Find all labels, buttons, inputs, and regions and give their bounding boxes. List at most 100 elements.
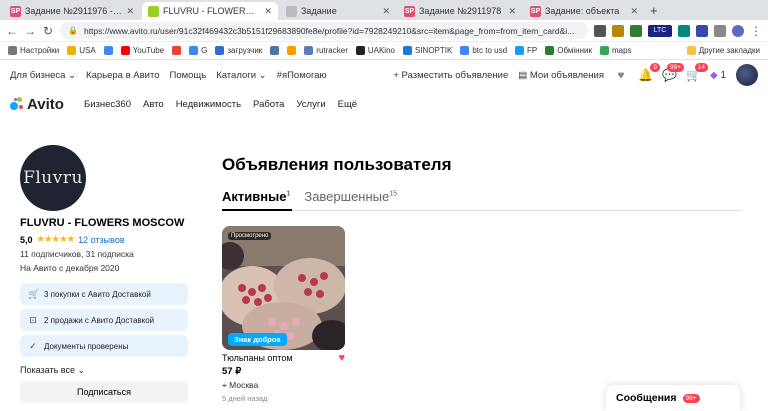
bookmark-favicon-icon [103,46,113,55]
bookmark-item[interactable]: rutracker [304,46,348,55]
bookmark-item[interactable]: Настройки [8,46,59,55]
extension-icon[interactable] [612,24,624,37]
profile-icon[interactable] [732,24,744,37]
listing-card[interactable]: Просмотрено Знак доброа Тюльпаны оптом ♥… [222,226,345,403]
messages-widget[interactable]: Сообщения 99+ [606,385,740,411]
bookmark-label: G [201,46,208,55]
browser-tab-5[interactable]: SP Задание: объекта ✕ [524,2,644,20]
close-tab-icon[interactable]: ✕ [264,6,272,17]
chat-icon[interactable]: 💬 99+ [662,63,684,82]
listing-photo[interactable]: Просмотрено Знак доброа [222,226,345,350]
post-ad-link[interactable]: + Разместить объявление [393,70,508,81]
ihelp-link[interactable]: #яПомогаю [277,70,327,81]
nav-realty[interactable]: Недвижимость [176,99,241,110]
browser-tab-1[interactable]: SP Задание №2911976 - просмотр з ✕ [4,2,140,20]
nav-auto[interactable]: Авто [143,99,164,110]
bookmark-item[interactable]: maps [599,46,632,55]
tab-completed-count: 15 [389,190,398,198]
badge-purchases[interactable]: 🛒 3 покупки с Авито Доставкой [20,283,188,305]
extension-icon[interactable] [696,24,708,37]
browser-tab-title: Задание №2911978 [419,6,502,16]
bookmark-item[interactable]: G [189,46,207,55]
browser-tab-2[interactable]: FLUVRU - FLOWERS MOSCOW - пр ✕ [142,2,278,20]
tab-active[interactable]: Активные1 [222,189,293,211]
close-tab-icon[interactable]: ✕ [126,6,134,17]
rating-row: 5,0 ★★★★★ 12 отзывов [20,234,188,245]
subscribe-button[interactable]: Подписаться [20,382,188,402]
chat-count: 99+ [666,63,684,72]
extension-icon[interactable] [594,24,606,37]
reviews-link[interactable]: 12 отзывов [78,235,125,245]
bookmark-item[interactable]: SINOPTIK [402,46,453,55]
extension-icon[interactable] [678,24,690,37]
shop-name: FLUVRU - FLOWERS MOSCOW [20,217,185,229]
career-link[interactable]: Карьера в Авито [86,70,159,81]
close-tab-icon[interactable]: ✕ [630,6,638,17]
bookmark-item[interactable] [287,46,297,55]
tab-completed-label: Завершенные [304,189,390,204]
avito-logo[interactable]: Avito [10,96,64,113]
listing-title[interactable]: Тюльпаны оптом [222,353,293,363]
user-avatar[interactable] [736,64,758,86]
listing-title-row: Тюльпаны оптом ♥ [222,352,345,364]
bookmark-item[interactable]: YouTube [120,46,164,55]
nav-business360[interactable]: Бизнес360 [84,99,131,110]
bookmark-item[interactable]: FP [515,46,537,55]
bookmark-favicon-icon [515,46,525,55]
notifications-bell-icon[interactable]: 🔔 9 [638,63,660,82]
extension-icon[interactable] [630,24,642,37]
my-ads-label: Мои объявления [529,69,604,81]
browser-tab-title: Задание №2911976 - просмотр з [25,6,122,16]
bookmark-favicon-icon [304,46,314,55]
bookmark-item[interactable]: UAKino [355,46,395,55]
badge-text: Документы проверены [44,341,129,351]
my-ads-link[interactable]: ▤ Мои объявления [518,70,604,81]
bookmark-label: Обмінник [557,46,592,55]
bookmark-item[interactable] [103,46,113,55]
business-link[interactable]: Для бизнеса ⌄ [10,70,76,81]
bookmark-item[interactable]: загрузчик [215,46,262,55]
promo-icon[interactable]: ◆ 1 [710,70,726,81]
extensions-puzzle-icon[interactable] [714,24,726,37]
close-tab-icon[interactable]: ✕ [508,6,516,17]
bookmark-item[interactable]: Обмінник [545,46,592,55]
badge-sales[interactable]: ⊡ 2 продажи с Авито Доставкой [20,309,188,331]
cart-icon: 🛒 [28,288,40,299]
sp-favicon: SP [530,5,541,17]
page-title: Объявления пользователя [222,155,452,174]
member-since: На Авито с декабря 2020 [20,263,120,273]
cart-icon[interactable]: 🛒 14 [686,63,708,82]
browser-tab-4[interactable]: SP Задание №2911978 ✕ [398,2,522,20]
ltc-extension-icon[interactable]: LTC [648,24,672,37]
box-icon: ⊡ [29,314,37,325]
new-tab-button[interactable]: + [646,2,662,20]
reload-icon[interactable]: ↻ [42,24,54,38]
bookmark-item[interactable]: btc to usd [460,46,507,55]
back-icon[interactable]: ← [6,24,18,38]
favorite-heart-icon[interactable]: ♥ [338,352,345,364]
show-all-button[interactable]: Показать все ⌄ [20,365,188,376]
browser-tab-3[interactable]: Задание ✕ [280,2,396,20]
bookmark-favicon-icon [67,46,77,55]
nav-services[interactable]: Услуги [296,99,325,110]
address-bar[interactable]: 🔒 https://www.avito.ru/user/91c32f469432… [60,22,588,39]
forward-icon[interactable]: → [24,24,36,38]
help-link[interactable]: Помощь [170,70,207,81]
bookmark-item[interactable] [172,46,182,55]
nav-more[interactable]: Ещё [338,99,357,110]
bookmark-label: SINOPTIK [414,46,453,55]
bookmark-item[interactable]: USA [67,46,96,55]
catalogs-link[interactable]: Каталоги ⌄ [216,70,266,81]
other-bookmarks[interactable]: Другие закладки [686,46,760,55]
shop-avatar: Fluvru [20,145,86,211]
lock-icon: 🔒 [68,26,78,35]
bookmark-item[interactable] [270,46,280,55]
close-tab-icon[interactable]: ✕ [382,6,390,17]
nav-jobs[interactable]: Работа [253,99,284,110]
favorites-heart-icon[interactable]: ♥ [614,68,628,82]
badge-documents[interactable]: ✓ Документы проверены [20,335,188,357]
avito-logo-text: Avito [27,95,64,113]
menu-dots-icon[interactable]: ⋮ [750,24,762,38]
bookmark-label: FP [527,46,538,55]
tab-completed[interactable]: Завершенные15 [304,189,399,210]
